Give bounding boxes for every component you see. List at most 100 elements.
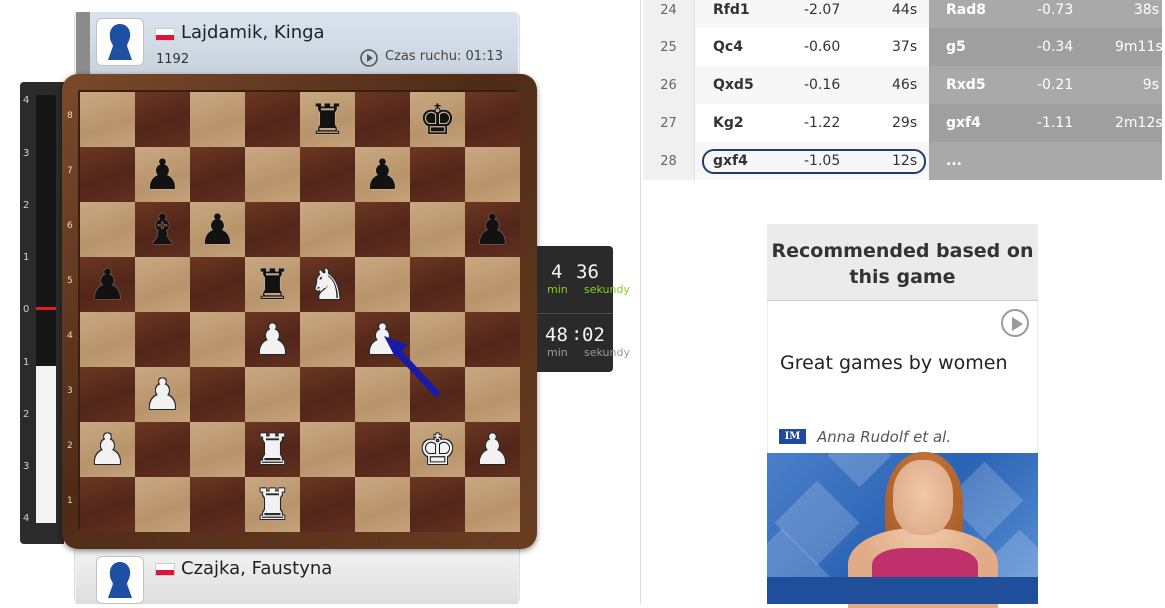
white-pawn-a2[interactable]: ♟ bbox=[80, 422, 135, 477]
recommended-author[interactable]: Anna Rudolf et al. bbox=[817, 428, 951, 446]
board-square-h5[interactable] bbox=[465, 257, 520, 312]
board-square-h4[interactable] bbox=[465, 312, 520, 367]
board-square-g3[interactable] bbox=[410, 367, 465, 422]
black-rook-e8[interactable]: ♜ bbox=[300, 92, 355, 147]
top-player-flag-icon bbox=[155, 28, 175, 41]
black-move-cell[interactable]: g5 -0.34 9m11s bbox=[929, 28, 1163, 66]
board-square-a6[interactable] bbox=[80, 202, 135, 257]
board-square-f3[interactable] bbox=[355, 367, 410, 422]
board-square-d8[interactable] bbox=[245, 92, 300, 147]
black-move: Rxd5 bbox=[946, 77, 986, 93]
board-square-d3[interactable] bbox=[245, 367, 300, 422]
top-player-name[interactable]: Lajdamik, Kinga bbox=[181, 22, 325, 43]
board-square-c5[interactable] bbox=[190, 257, 245, 312]
white-move-cell[interactable]: Qxd5 -0.16 46s bbox=[696, 66, 929, 104]
board-square-c4[interactable] bbox=[190, 312, 245, 367]
white-king-g2[interactable]: ♚ bbox=[410, 422, 465, 477]
chess-board[interactable]: ♜ ♚ ♟ ♟ ♝ ♟ ♟ ♟ ♜ ♞ ♟ ♟ ♟ ♟ ♜ ♚ ♟ ♜ bbox=[78, 90, 520, 532]
white-rook-d1[interactable]: ♜ bbox=[245, 477, 300, 532]
rank-label: 1 bbox=[67, 496, 73, 506]
board-square-g1[interactable] bbox=[410, 477, 465, 532]
board-square-f8[interactable] bbox=[355, 92, 410, 147]
play-icon[interactable] bbox=[1001, 309, 1029, 337]
black-pawn-a5[interactable]: ♟ bbox=[80, 257, 135, 312]
board-square-f2[interactable] bbox=[355, 422, 410, 477]
board-square-c2[interactable] bbox=[190, 422, 245, 477]
board-square-h7[interactable] bbox=[465, 147, 520, 202]
board-square-g5[interactable] bbox=[410, 257, 465, 312]
black-pawn-b7[interactable]: ♟ bbox=[135, 147, 190, 202]
recommended-title[interactable]: Great games by women bbox=[780, 352, 1008, 374]
board-square-g6[interactable] bbox=[410, 202, 465, 257]
black-rook-d5[interactable]: ♜ bbox=[245, 257, 300, 312]
board-square-c8[interactable] bbox=[190, 92, 245, 147]
board-square-d6[interactable] bbox=[245, 202, 300, 257]
bottom-player-flag-icon bbox=[155, 563, 175, 576]
board-square-g7[interactable] bbox=[410, 147, 465, 202]
eval-tick: 4 bbox=[23, 95, 30, 106]
board-square-b1[interactable] bbox=[135, 477, 190, 532]
white-move: Kg2 bbox=[713, 115, 744, 131]
board-square-f1[interactable] bbox=[355, 477, 410, 532]
white-pawn-b3[interactable]: ♟ bbox=[135, 367, 190, 422]
white-move-cell[interactable]: Qc4 -0.60 37s bbox=[696, 28, 929, 66]
board-square-h8[interactable] bbox=[465, 92, 520, 147]
board-square-a8[interactable] bbox=[80, 92, 135, 147]
top-player-avatar[interactable] bbox=[96, 18, 144, 66]
board-square-b2[interactable] bbox=[135, 422, 190, 477]
file-label: D bbox=[267, 538, 274, 548]
rank-label: 2 bbox=[67, 441, 73, 451]
board-square-f6[interactable] bbox=[355, 202, 410, 257]
board-square-g4[interactable] bbox=[410, 312, 465, 367]
board-square-a1[interactable] bbox=[80, 477, 135, 532]
file-label: F bbox=[377, 538, 383, 548]
white-knight-e5[interactable]: ♞ bbox=[300, 257, 355, 312]
white-move-cell[interactable]: Rfd1 -2.07 44s bbox=[696, 0, 929, 29]
white-pawn-f4[interactable]: ♟ bbox=[355, 312, 410, 367]
board-square-d7[interactable] bbox=[245, 147, 300, 202]
chess-board-frame: ♜ ♚ ♟ ♟ ♝ ♟ ♟ ♟ ♜ ♞ ♟ ♟ ♟ ♟ ♜ ♚ ♟ ♜ bbox=[62, 74, 537, 549]
white-move-cell[interactable]: Kg2 -1.22 29s bbox=[696, 104, 929, 142]
black-pawn-c6[interactable]: ♟ bbox=[190, 202, 245, 257]
board-square-h1[interactable] bbox=[465, 477, 520, 532]
board-square-e3[interactable] bbox=[300, 367, 355, 422]
board-square-a3[interactable] bbox=[80, 367, 135, 422]
file-label: C bbox=[212, 538, 219, 548]
bottom-player-avatar[interactable] bbox=[96, 556, 144, 604]
board-square-f5[interactable] bbox=[355, 257, 410, 312]
file-label: H bbox=[487, 538, 494, 548]
black-king-g8[interactable]: ♚ bbox=[410, 92, 465, 147]
board-square-c7[interactable] bbox=[190, 147, 245, 202]
black-move-cell[interactable]: gxf4 -1.11 2m12s bbox=[929, 104, 1163, 142]
board-square-a4[interactable] bbox=[80, 312, 135, 367]
file-label: E bbox=[322, 538, 328, 548]
white-eval: -2.07 bbox=[804, 2, 841, 18]
board-square-e4[interactable] bbox=[300, 312, 355, 367]
eval-tick: 4 bbox=[23, 513, 30, 524]
board-square-c3[interactable] bbox=[190, 367, 245, 422]
white-rook-d2[interactable]: ♜ bbox=[245, 422, 300, 477]
black-bishop-b6[interactable]: ♝ bbox=[135, 202, 190, 257]
black-move-cell[interactable]: Rxd5 -0.21 9s bbox=[929, 66, 1162, 104]
board-square-b4[interactable] bbox=[135, 312, 190, 367]
board-square-e1[interactable] bbox=[300, 477, 355, 532]
black-move-cell[interactable]: ... bbox=[929, 142, 1162, 180]
white-pawn-d4[interactable]: ♟ bbox=[245, 312, 300, 367]
black-pawn-h6[interactable]: ♟ bbox=[465, 202, 520, 257]
white-time: 44s bbox=[892, 2, 918, 18]
move-time: Czas ruchu: 01:13 bbox=[385, 49, 503, 64]
board-square-c1[interactable] bbox=[190, 477, 245, 532]
black-pawn-f7[interactable]: ♟ bbox=[355, 147, 410, 202]
board-square-e2[interactable] bbox=[300, 422, 355, 477]
bottom-clock-minutes: 48 bbox=[545, 324, 568, 346]
board-square-e7[interactable] bbox=[300, 147, 355, 202]
board-square-a7[interactable] bbox=[80, 147, 135, 202]
black-move-cell[interactable]: Rad8 -0.73 38s bbox=[929, 0, 1162, 29]
board-square-b5[interactable] bbox=[135, 257, 190, 312]
move-number: 26 bbox=[643, 66, 695, 104]
board-square-b8[interactable] bbox=[135, 92, 190, 147]
bottom-player-name[interactable]: Czajka, Faustyna bbox=[181, 558, 332, 579]
white-pawn-h2[interactable]: ♟ bbox=[465, 422, 520, 477]
board-square-e6[interactable] bbox=[300, 202, 355, 257]
board-square-h3[interactable] bbox=[465, 367, 520, 422]
